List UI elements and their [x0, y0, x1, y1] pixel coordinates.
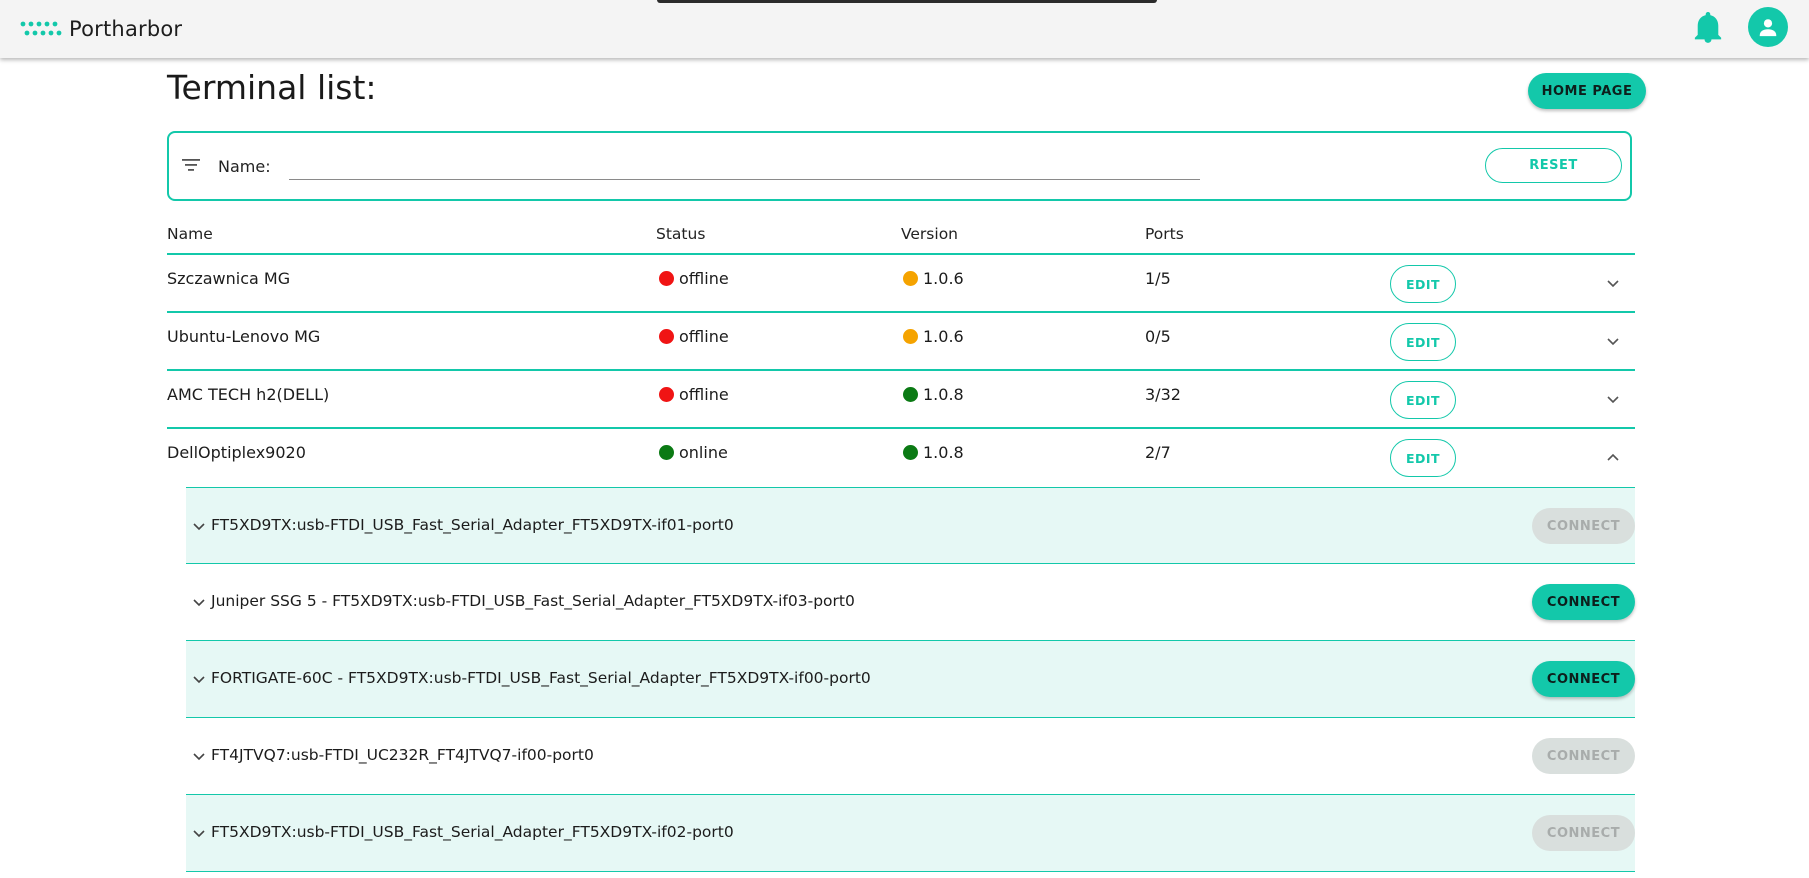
terminal-name: DellOptiplex9020: [167, 443, 306, 462]
chevron-down-icon[interactable]: [192, 595, 206, 609]
version-dot: [903, 329, 918, 344]
port-row[interactable]: FT4JTVQ7:usb-FTDI_UC232R_FT4JTVQ7-if00-p…: [186, 718, 1635, 795]
status-dot: [659, 271, 674, 286]
ports-count: 2/7: [1145, 443, 1171, 462]
column-header-version: Version: [901, 225, 958, 243]
app-logo[interactable]: Portharbor: [20, 17, 182, 41]
table-row[interactable]: DellOptiplex9020 online 1.0.8 2/7 EDIT: [167, 427, 1635, 487]
column-header-name: Name: [167, 225, 213, 243]
app-name: Portharbor: [69, 17, 183, 41]
connect-button[interactable]: CONNECT: [1532, 584, 1635, 620]
status-cell: offline: [659, 385, 729, 404]
status-text: offline: [679, 385, 729, 404]
account-avatar[interactable]: [1748, 7, 1788, 47]
edit-button[interactable]: EDIT: [1390, 439, 1456, 477]
version-dot: [903, 271, 918, 286]
terminal-name: Szczawnica MG: [167, 269, 291, 288]
terminal-name: Ubuntu-Lenovo MG: [167, 327, 321, 346]
version-cell: 1.0.8: [903, 385, 964, 404]
page-title: Terminal list:: [167, 68, 377, 107]
status-cell: online: [659, 443, 728, 462]
port-name: FT4JTVQ7:usb-FTDI_UC232R_FT4JTVQ7-if00-p…: [211, 746, 594, 764]
ports-list: FT5XD9TX:usb-FTDI_USB_Fast_Serial_Adapte…: [186, 487, 1635, 872]
status-dot: [659, 387, 674, 402]
port-name: FT5XD9TX:usb-FTDI_USB_Fast_Serial_Adapte…: [211, 516, 734, 534]
status-text: offline: [679, 269, 729, 288]
connect-button[interactable]: CONNECT: [1532, 661, 1635, 697]
status-dot: [659, 329, 674, 344]
home-page-button[interactable]: HOME PAGE: [1528, 73, 1646, 109]
edit-button[interactable]: EDIT: [1390, 265, 1456, 303]
table-row[interactable]: Szczawnica MG offline 1.0.6 1/5 EDIT: [167, 253, 1635, 311]
filter-name-label: Name:: [218, 157, 271, 176]
terminal-name: AMC TECH h2(DELL): [167, 385, 330, 404]
version-text: 1.0.6: [923, 269, 964, 288]
status-cell: offline: [659, 327, 729, 346]
port-name: FT5XD9TX:usb-FTDI_USB_Fast_Serial_Adapte…: [211, 823, 734, 841]
connect-button[interactable]: CONNECT: [1532, 508, 1635, 544]
status-dot: [659, 445, 674, 460]
table-row[interactable]: Ubuntu-Lenovo MG offline 1.0.6 0/5 EDIT: [167, 311, 1635, 369]
chevron-up-icon[interactable]: [1605, 449, 1621, 465]
port-row[interactable]: FT5XD9TX:usb-FTDI_USB_Fast_Serial_Adapte…: [186, 795, 1635, 872]
logo-dots-icon: [20, 21, 62, 36]
app-bar: Portharbor: [0, 0, 1809, 58]
port-row[interactable]: FT5XD9TX:usb-FTDI_USB_Fast_Serial_Adapte…: [186, 487, 1635, 564]
version-cell: 1.0.6: [903, 269, 964, 288]
version-dot: [903, 445, 918, 460]
chevron-down-icon[interactable]: [192, 672, 206, 686]
version-text: 1.0.8: [923, 385, 964, 404]
port-row[interactable]: Juniper SSG 5 - FT5XD9TX:usb-FTDI_USB_Fa…: [186, 564, 1635, 641]
connect-button[interactable]: CONNECT: [1532, 815, 1635, 851]
name-filter-input[interactable]: [289, 151, 1200, 180]
chevron-down-icon[interactable]: [192, 519, 206, 533]
chevron-down-icon[interactable]: [1605, 333, 1621, 349]
status-text: offline: [679, 327, 729, 346]
version-cell: 1.0.6: [903, 327, 964, 346]
chevron-down-icon[interactable]: [1605, 391, 1621, 407]
port-name: FORTIGATE-60C - FT5XD9TX:usb-FTDI_USB_Fa…: [211, 669, 871, 687]
filter-bar: Name: RESET: [167, 131, 1632, 201]
column-header-ports: Ports: [1145, 225, 1184, 243]
connect-button[interactable]: CONNECT: [1532, 738, 1635, 774]
ports-count: 0/5: [1145, 327, 1171, 346]
ports-count: 1/5: [1145, 269, 1171, 288]
version-text: 1.0.6: [923, 327, 964, 346]
top-strip: [657, 0, 1157, 3]
chevron-down-icon[interactable]: [192, 826, 206, 840]
port-name: Juniper SSG 5 - FT5XD9TX:usb-FTDI_USB_Fa…: [211, 592, 855, 610]
edit-button[interactable]: EDIT: [1390, 323, 1456, 361]
column-header-status: Status: [656, 225, 706, 243]
port-row[interactable]: FORTIGATE-60C - FT5XD9TX:usb-FTDI_USB_Fa…: [186, 641, 1635, 718]
bell-icon[interactable]: [1694, 12, 1722, 44]
reset-button[interactable]: RESET: [1485, 148, 1622, 183]
chevron-down-icon[interactable]: [192, 749, 206, 763]
status-text: online: [679, 443, 728, 462]
table-row[interactable]: AMC TECH h2(DELL) offline 1.0.8 3/32 EDI…: [167, 369, 1635, 427]
status-cell: offline: [659, 269, 729, 288]
version-dot: [903, 387, 918, 402]
account-icon: [1759, 19, 1777, 37]
filter-icon[interactable]: [181, 155, 201, 175]
version-cell: 1.0.8: [903, 443, 964, 462]
version-text: 1.0.8: [923, 443, 964, 462]
chevron-down-icon[interactable]: [1605, 275, 1621, 291]
ports-count: 3/32: [1145, 385, 1181, 404]
edit-button[interactable]: EDIT: [1390, 381, 1456, 419]
